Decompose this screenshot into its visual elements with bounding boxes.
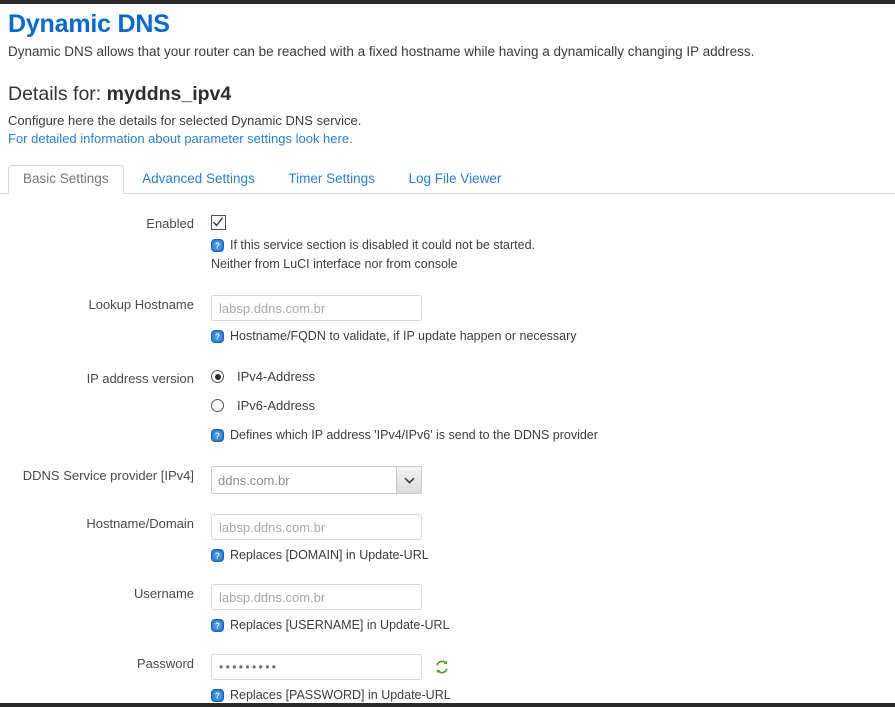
ipv4-radio-label: IPv4-Address bbox=[237, 369, 316, 385]
form-row-lookup-hostname: Lookup Hostname ? Hostname/FQDN to valid… bbox=[8, 295, 887, 345]
form-row-ip-version: IP address version IPv4-Address IPv6-Add… bbox=[8, 369, 887, 444]
label-username: Username bbox=[134, 586, 194, 602]
enabled-checkbox[interactable] bbox=[211, 215, 226, 231]
control-hostname-domain: ? Replaces [DOMAIN] in Update-URL bbox=[194, 514, 887, 564]
help-icon: ? bbox=[211, 619, 224, 633]
top-divider bbox=[0, 0, 895, 4]
control-lookup-hostname: ? Hostname/FQDN to validate, if IP updat… bbox=[194, 295, 887, 345]
details-heading-name: myddns_ipv4 bbox=[106, 82, 232, 105]
help-icon: ? bbox=[211, 239, 224, 253]
details-heading: Details for: myddns_ipv4 bbox=[8, 83, 887, 106]
tab-bar: Basic Settings Advanced Settings Timer S… bbox=[0, 164, 895, 194]
basic-settings-form: Enabled ? If this service section is dis… bbox=[8, 214, 887, 705]
hint-password: ? Replaces [PASSWORD] in Update-URL bbox=[211, 687, 887, 704]
ipv6-radio-label: IPv6-Address bbox=[237, 398, 316, 414]
page-intro-text: Dynamic DNS allows that your router can … bbox=[8, 44, 755, 59]
tab-basic-settings[interactable]: Basic Settings bbox=[8, 164, 124, 194]
service-provider-select-wrapper: ddns.com.br bbox=[211, 466, 422, 495]
hint-username-text: Replaces [USERNAME] in Update-URL bbox=[230, 618, 450, 633]
lookup-hostname-input[interactable] bbox=[211, 295, 422, 322]
hint-lookup-hostname-text: Hostname/FQDN to validate, if IP update … bbox=[230, 329, 577, 344]
tab-log-file-viewer[interactable]: Log File Viewer bbox=[394, 165, 517, 193]
label-ip-version: IP address version bbox=[86, 371, 194, 387]
password-field-row bbox=[211, 654, 887, 681]
svg-text:?: ? bbox=[215, 242, 220, 251]
hint-ip-version-text: Defines which IP address 'IPv4/IPv6' is … bbox=[230, 428, 598, 443]
svg-text:?: ? bbox=[215, 692, 220, 701]
hint-username: ? Replaces [USERNAME] in Update-URL bbox=[211, 617, 887, 634]
help-icon: ? bbox=[211, 549, 224, 563]
tab-bar-underline bbox=[0, 192, 895, 194]
control-enabled: ? If this service section is disabled it… bbox=[194, 214, 887, 274]
svg-text:?: ? bbox=[215, 432, 220, 441]
password-input[interactable] bbox=[211, 654, 422, 681]
control-password: ? Replaces [PASSWORD] in Update-URL bbox=[194, 654, 887, 704]
label-service-provider: DDNS Service provider [IPv4] bbox=[22, 468, 194, 484]
hint-enabled: ? If this service section is disabled it… bbox=[211, 237, 887, 254]
radio-option-ipv4[interactable]: IPv4-Address bbox=[211, 369, 887, 384]
tab-advanced-settings[interactable]: Advanced Settings bbox=[127, 165, 270, 193]
hint-password-text: Replaces [PASSWORD] in Update-URL bbox=[230, 688, 451, 703]
form-row-hostname-domain: Hostname/Domain ? Replaces [DOMAIN] in U… bbox=[8, 514, 887, 564]
label-password: Password bbox=[136, 656, 194, 672]
label-hostname-domain: Hostname/Domain bbox=[86, 516, 194, 532]
svg-text:?: ? bbox=[215, 552, 220, 561]
tab-timer-settings[interactable]: Timer Settings bbox=[273, 165, 390, 193]
hint-lookup-hostname: ? Hostname/FQDN to validate, if IP updat… bbox=[211, 328, 887, 345]
help-icon: ? bbox=[211, 429, 224, 443]
ipv6-radio[interactable] bbox=[211, 399, 224, 413]
ipv4-radio[interactable] bbox=[211, 370, 224, 384]
control-service-provider: ddns.com.br bbox=[194, 466, 887, 495]
control-ip-version: IPv4-Address IPv6-Address ? Defines whic… bbox=[194, 369, 887, 444]
hint-enabled-text: If this service section is disabled it c… bbox=[230, 238, 536, 253]
bottom-divider bbox=[0, 703, 895, 707]
radio-option-ipv6[interactable]: IPv6-Address bbox=[211, 398, 887, 413]
control-username: ? Replaces [USERNAME] in Update-URL bbox=[194, 584, 887, 634]
refresh-icon[interactable] bbox=[434, 659, 450, 675]
page-content: Dynamic DNS Dynamic DNS allows that your… bbox=[0, 10, 895, 704]
form-row-enabled: Enabled ? If this service section is dis… bbox=[8, 214, 887, 274]
hostname-domain-input[interactable] bbox=[211, 514, 422, 541]
label-lookup-hostname: Lookup Hostname bbox=[88, 297, 194, 313]
svg-text:?: ? bbox=[215, 622, 220, 631]
hint-hostname-domain: ? Replaces [DOMAIN] in Update-URL bbox=[211, 547, 887, 564]
service-provider-select[interactable]: ddns.com.br bbox=[211, 466, 422, 495]
page-title: Dynamic DNS bbox=[8, 10, 170, 38]
hint-enabled-text-2: Neither from LuCI interface nor from con… bbox=[211, 257, 458, 272]
username-input[interactable] bbox=[211, 584, 422, 611]
form-row-password: Password ••••••••• ? Replaces [PASSWORD]… bbox=[8, 654, 887, 704]
form-row-service-provider: DDNS Service provider [IPv4] ddns.com.br bbox=[8, 466, 887, 495]
help-icon: ? bbox=[211, 689, 224, 703]
help-icon: ? bbox=[211, 330, 224, 344]
label-enabled: Enabled bbox=[146, 215, 194, 231]
form-row-username: Username ? Replaces [USERNAME] in Update… bbox=[8, 584, 887, 634]
hint-ip-version: ? Defines which IP address 'IPv4/IPv6' i… bbox=[211, 427, 887, 444]
details-description: Configure here the details for selected … bbox=[8, 112, 362, 128]
documentation-link[interactable]: For detailed information about parameter… bbox=[8, 130, 353, 148]
check-icon bbox=[213, 217, 223, 227]
svg-text:?: ? bbox=[215, 333, 220, 342]
details-heading-prefix: Details for: bbox=[8, 82, 107, 105]
hint-hostname-domain-text: Replaces [DOMAIN] in Update-URL bbox=[230, 548, 429, 563]
